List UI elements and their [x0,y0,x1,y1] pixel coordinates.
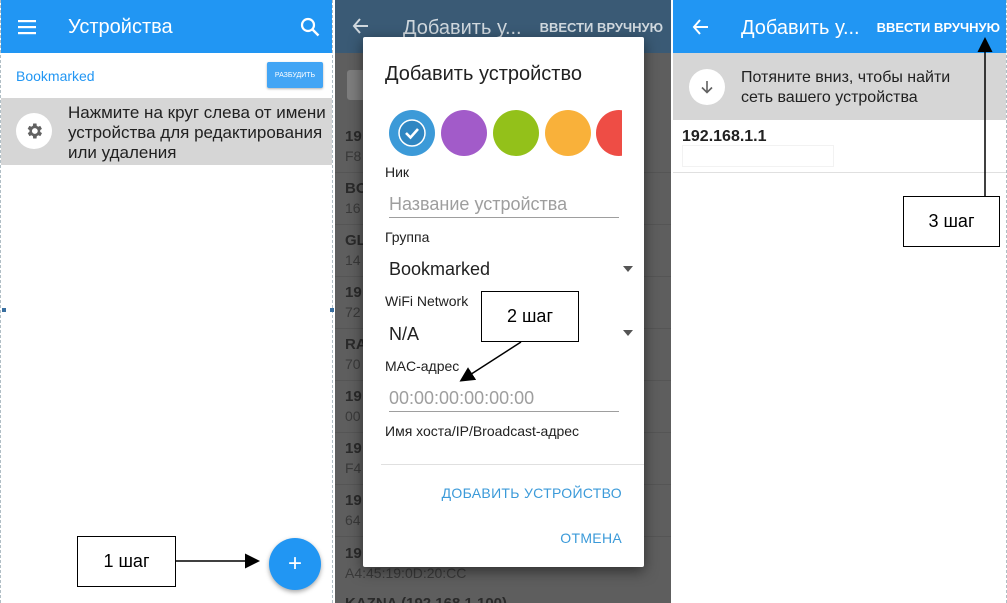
ip-address: 192.168.1.1 [682,128,767,145]
pull-hint-line2: сеть вашего устройства [741,89,918,106]
color-option-blue-selected[interactable] [389,110,435,156]
color-option-red-clip [596,110,622,156]
add-device-screen: Добавить у... ВВЕСТИ ВРУЧНУЮ Потяните вн… [673,0,1007,603]
step2-callout: 2 шаг [481,291,579,342]
back-arrow-icon[interactable] [351,16,371,36]
hint-row[interactable]: Нажмите на круг слева от имени устройств… [1,98,332,165]
nick-label: Ник [385,164,410,180]
app-bar: Добавить у... ВВЕСТИ ВРУЧНУЮ [673,0,1006,53]
list-item: 19 64 [345,492,362,528]
list-item: KAZNA (192.168.1.100) [345,595,507,603]
cancel-button[interactable]: ОТМЕНА [560,530,622,546]
nick-input[interactable]: Название устройства [389,194,619,215]
menu-icon[interactable] [15,16,39,38]
mac-label: MAC-адрес [385,358,460,374]
add-device-dialog-screen: Добавить у... ВВЕСТИ ВРУЧНУЮ 19 F8 BO 16 G… [335,0,671,603]
wake-button[interactable]: РАЗБУДИТЬ [267,62,323,88]
dropdown-arrow-icon[interactable] [623,266,633,272]
dropdown-arrow-icon[interactable] [623,330,633,336]
host-label: Имя хоста/IP/Broadcast-адрес [385,423,580,439]
add-device-fab[interactable]: + [269,538,321,590]
enter-manually-button[interactable]: ВВЕСТИ ВРУЧНУЮ [877,20,1000,35]
list-item: 19 F8 [345,128,362,164]
network-list-item[interactable]: 192.168.1.1 [673,120,1006,173]
group-label: Группа [385,229,430,245]
devices-screen: Устройства Bookmarked РАЗБУДИТЬ Нажмите … [0,0,333,603]
step1-callout: 1 шаг [77,536,176,587]
list-item: 19 00 [345,388,362,424]
check-icon [398,119,426,147]
color-option-purple[interactable] [441,110,487,156]
step3-callout: 3 шаг [903,196,1000,247]
list-item: 19 F4 [345,440,362,476]
pull-to-scan-hint: Потяните вниз, чтобы найти сеть вашего у… [673,53,1006,120]
gear-icon[interactable] [16,113,52,149]
mac-underline [389,411,619,412]
color-option-green[interactable] [493,110,539,156]
redacted-subtitle [682,145,834,167]
page-title: Устройства [68,16,173,38]
pull-hint-line1: Потяните вниз, чтобы найти [741,69,951,86]
pull-hint-text: Потяните вниз, чтобы найти сеть вашего у… [741,68,950,108]
search-icon[interactable] [298,15,322,39]
app-bar: Устройства [1,0,332,53]
hint-text: Нажмите на круг слева от имени устройств… [68,103,326,162]
dialog-title: Добавить устройство [385,63,582,85]
color-option-red[interactable] [596,110,622,156]
mac-input[interactable]: 00:00:00:00:00:00 [389,388,619,409]
group-select[interactable]: Bookmarked [389,259,619,280]
page-title: Добавить у... [741,17,860,39]
list-item: 19 72 [345,284,362,320]
arrow-down-icon [689,69,725,105]
add-device-button[interactable]: ДОБАВИТЬ УСТРОЙСТВО [442,485,622,501]
wifi-label: WiFi Network [385,293,469,309]
nick-underline [389,217,619,218]
group-label: Bookmarked [16,68,95,84]
color-option-orange[interactable] [545,110,591,156]
back-arrow-icon[interactable] [691,17,711,37]
dialog-divider [381,464,644,465]
enter-manually-button[interactable]: ВВЕСТИ ВРУЧНУЮ [540,20,663,35]
